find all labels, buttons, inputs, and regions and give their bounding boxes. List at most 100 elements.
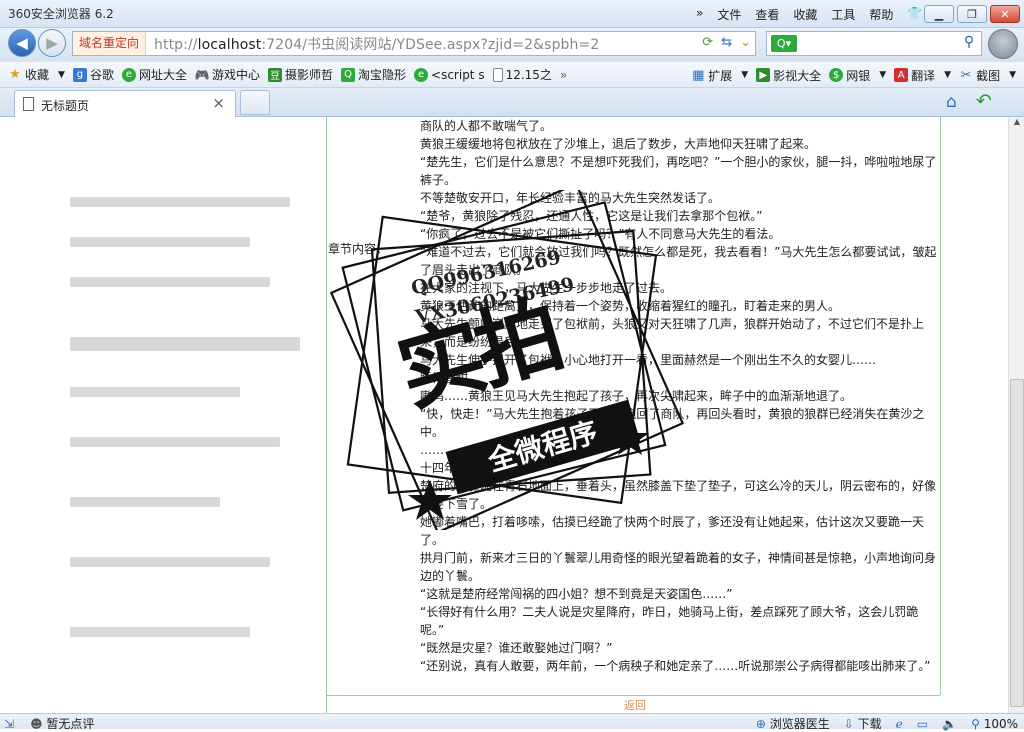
chapter-paragraph: 拱月门前，新来才三日的丫鬟翠儿用奇怪的眼光望着跪着的女子，神情间甚是惊艳，小声地… [420,551,937,583]
bookmark-favorites[interactable]: ★ 收藏 ▼ [8,66,65,83]
back-link[interactable]: 返回 [624,697,646,713]
tab-bar: 无标题页 × ⌂ ↶ [0,88,1024,117]
home-icon[interactable]: ⌂ [946,92,957,112]
netbank-button[interactable]: $ 网银 ▼ [829,67,886,84]
status-bar: ⇲ ☻ 暂无点评 ⊕ 浏览器医生 ⇩ 下载 ℯ ▭ 🔈 ⚲ 100% [0,713,1024,732]
blur-line [70,557,270,567]
tool-label: 扩展 [708,68,733,83]
tab-untitled[interactable]: 无标题页 × [14,90,236,117]
bookmark-games[interactable]: 🎮 游戏中心 [195,66,260,83]
download-button[interactable]: ⇩ 下载 [844,715,882,732]
forward-button[interactable]: ▶ [38,29,66,57]
bookmarks-more[interactable]: » [560,68,567,82]
maximize-button[interactable]: ❐ [957,5,987,23]
chevron-down-icon: ▼ [879,70,887,80]
status-review[interactable]: ☻ 暂无点评 [30,715,94,732]
bookmark-label: 摄影师哲 [284,68,333,82]
compat-mode-icon[interactable]: ⇆ [721,35,732,50]
close-tab-icon[interactable]: × [212,94,225,112]
zoom-icon: ⚲ [971,716,980,731]
bookmarks-right-tools: ▦ 扩展 ▼ ▶ 影视大全 $ 网银 ▼ A 翻译 ▼ ✂ 截图 ▼ [683,62,1016,88]
search-box[interactable]: Q▾ ⚲ [766,31,982,56]
bookmarks-bar: ★ 收藏 ▼ g 谷歌 e 网址大全 🎮 游戏中心 豆 摄影师哲 Q 淘宝隐形 … [0,62,1024,88]
page-content: 章节内容： 商队的人都不敢喘气了。 黄狼王缓缓地将包袱放在了沙堆上，退后了数步，大… [0,117,1008,713]
site-nav-icon: e [121,67,136,82]
tool-label: 影视大全 [773,68,822,83]
search-icon[interactable]: ⚲ [959,34,979,53]
chapter-paragraph: “长得好有什么用？二夫人说是灾星降府，昨日，她骑马上街，差点踩死了顾大爷，这会儿… [420,605,919,637]
site-nav-icon: e [414,67,429,82]
back-button[interactable]: ◀ [8,29,36,57]
douban-icon: 豆 [267,67,282,82]
bookmark-label: 游戏中心 [211,68,260,82]
blur-line [70,437,280,447]
menu-help[interactable]: 帮助 [869,6,893,23]
frame-border-left [326,117,327,713]
menu-favorites[interactable]: 收藏 [793,6,817,23]
translate-button[interactable]: A 翻译 ▼ [894,67,951,84]
arrow-right-icon: ▶ [46,34,58,52]
chapter-paragraph: “这就是楚府经常闯祸的四小姐？想不到竟是天姿国色……” [420,587,733,601]
minimize-button[interactable]: ▁ [924,5,954,23]
refresh-icon[interactable]: ⟳ [702,35,713,50]
chapter-paragraph: “你疯了，过去不是被它们撕扯了吗？”有人不同意马大先生的看法。 [420,227,781,241]
bookmark-google[interactable]: g 谷歌 [72,66,114,83]
chapter-paragraph: “楚爷，黄狼除了残忍，还通人性，它这是让我们去拿那个包袱。” [420,209,763,223]
chapter-paragraph: 商队的人都不敢喘气了。 [420,119,553,133]
skin-icon[interactable]: 👕 [907,6,922,23]
bookmark-label: 收藏 [25,68,50,82]
bookmark-douban[interactable]: 豆 摄影师哲 [267,66,333,83]
browser-doctor-button[interactable]: ⊕ 浏览器医生 [756,715,830,732]
extensions-button[interactable]: ▦ 扩展 ▼ [691,67,748,84]
menu-more-chevron[interactable]: » [696,6,703,23]
bookmark-label: 淘宝隐形 [358,68,407,82]
bookmark-site-nav[interactable]: e 网址大全 [121,66,187,83]
window-icon[interactable]: ▭ [917,717,928,731]
tool-label: 截图 [976,68,1001,83]
chapter-paragraph: “快，快走！”马大先生抱着孩子飞快地跑回了商队，再回头看时，黄狼的狼群已经消失在… [420,407,925,439]
address-bar[interactable]: 域名重定向 http://localhost:7204/书虫阅读网站/YDSee… [72,31,756,56]
zoom-control[interactable]: ⚲ 100% [971,717,1018,731]
blur-line [70,277,270,287]
vertical-scrollbar[interactable]: ▲ [1008,117,1024,713]
chapter-paragraph: “既然是灾星？谁还敢娶她过门啊？” [420,641,613,655]
menu-file[interactable]: 文件 [717,6,741,23]
scroll-thumb[interactable] [1010,379,1024,707]
address-icons: ⟳ ⇆ ⌄ [702,35,751,50]
blurred-sidebar [60,197,310,713]
menu-bar: » 文件 查看 收藏 工具 帮助 👕 [696,6,922,23]
tool-label: 网银 [846,68,871,83]
arrow-left-icon: ◀ [16,34,28,52]
redirect-badge[interactable]: 域名重定向 [73,32,147,55]
blur-line [70,387,240,397]
tool-label: 翻译 [911,68,936,83]
blur-line [70,627,250,637]
screenshot-button[interactable]: ✂ 截图 ▼ [959,67,1016,84]
search-engine-icon[interactable]: Q▾ [771,35,797,52]
bookmark-taobao[interactable]: Q 淘宝隐形 [341,66,406,83]
blur-line [70,497,220,507]
volume-icon[interactable]: 🔈 [942,717,957,731]
bookmark-1215[interactable]: 12.15之 [492,66,552,83]
bookmark-label: 12.15之 [505,68,552,82]
menu-view[interactable]: 查看 [755,6,779,23]
chevron-down-icon: ▼ [741,70,749,80]
close-window-button[interactable]: ✕ [990,5,1020,23]
page-icon [23,97,34,111]
window-controls: ▁ ❐ ✕ [924,5,1020,23]
new-tab-button[interactable] [240,90,270,115]
undo-close-icon[interactable]: ↶ [976,90,992,112]
url-text[interactable]: http://localhost:7204/书虫阅读网站/YDSee.aspx?… [146,34,599,54]
scroll-up-icon[interactable]: ▲ [1009,117,1024,133]
menu-tools[interactable]: 工具 [831,6,855,23]
bookmark-script[interactable]: e <script s [414,67,485,82]
star-icon: ★ [9,67,21,82]
chevron-down-icon[interactable]: ⌄ [740,35,751,50]
shield-icon: $ [829,68,844,82]
chevron-down-icon: ▼ [944,70,952,80]
zoom-level: 100% [983,716,1018,731]
ie-icon[interactable]: ℯ [896,717,903,731]
panel-icon[interactable]: ⇲ [4,717,14,731]
user-avatar[interactable] [988,29,1018,59]
video-button[interactable]: ▶ 影视大全 [756,67,821,84]
